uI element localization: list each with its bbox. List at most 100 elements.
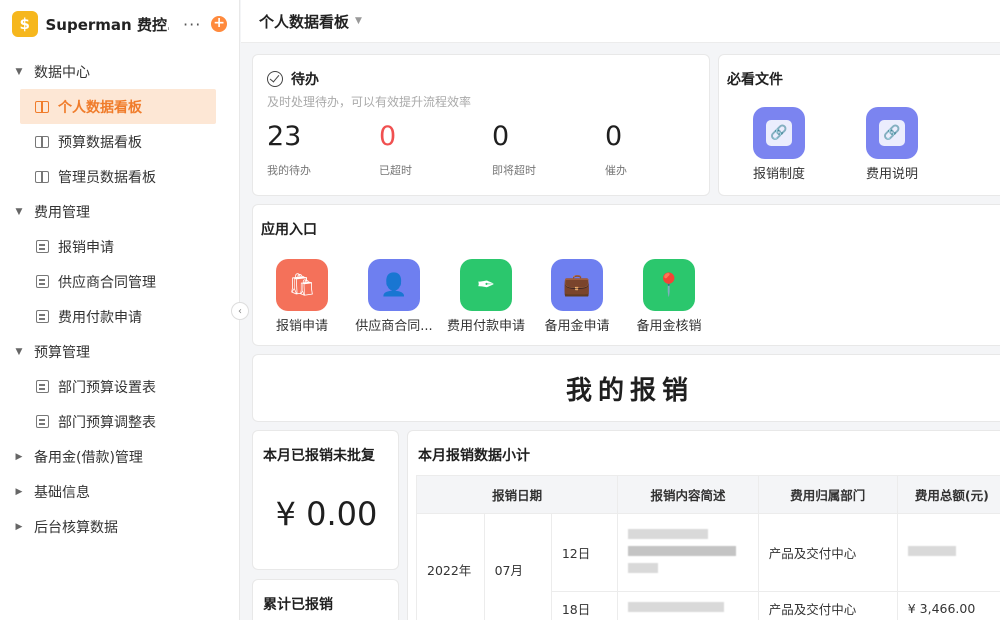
- nav-group-basic-info[interactable]: ▶ 基础信息: [0, 474, 239, 509]
- chevron-down-icon[interactable]: ▼: [355, 16, 362, 26]
- caret-down-icon: ▼: [15, 206, 23, 217]
- person-icon: 👤: [368, 259, 420, 311]
- sidebar-item-personal-dashboard[interactable]: 个人数据看板: [20, 89, 216, 124]
- table-header-row: 报销日期 报销内容简述 费用归属部门 费用总额(元): [415, 475, 1000, 514]
- caret-down-icon: ▼: [15, 346, 23, 357]
- stat-overdue[interactable]: 0 已超时: [379, 121, 489, 178]
- doc-label: 报销制度: [752, 167, 805, 182]
- sidebar-item-expense-payment[interactable]: 费用付款申请: [20, 299, 216, 334]
- cell-amount: ¥ 3,466.00: [896, 591, 1000, 620]
- stat-value: 23: [267, 121, 302, 152]
- app-title[interactable]: Superman 费控...: [46, 14, 170, 35]
- form-icon: [34, 240, 50, 254]
- app-label: 供应商合同...: [355, 319, 433, 334]
- cell-day: 18日: [550, 591, 619, 620]
- sidebar-item-label: 供应商合同管理: [58, 274, 156, 291]
- nav-group-label: 预算管理: [34, 344, 90, 361]
- sidebar-item-budget-dashboard[interactable]: 预算数据看板: [20, 124, 216, 159]
- table-row: 2022年 07月 12日 产品及交付中心: [416, 513, 1000, 620]
- cell-dept: 产品及交付中心: [757, 591, 898, 620]
- sidebar-item-admin-dashboard[interactable]: 管理员数据看板: [20, 159, 216, 194]
- app-petty-cash-writeoff[interactable]: 📍 备用金核销: [624, 259, 714, 334]
- caret-right-icon: ▶: [15, 451, 23, 462]
- sidebar-item-dept-budget-adjust[interactable]: 部门预算调整表: [20, 404, 216, 439]
- form-icon: [34, 310, 50, 324]
- link-icon: 🔗: [866, 107, 918, 159]
- sidebar-item-label: 报销申请: [58, 239, 114, 256]
- stat-label: 即将超时: [492, 164, 536, 177]
- cell-description-redacted: [617, 591, 759, 620]
- apps-title: 应用入口: [261, 222, 317, 238]
- nav-group-label: 费用管理: [34, 204, 90, 221]
- stat-label: 我的待办: [267, 164, 311, 177]
- sidebar-item-label: 部门预算调整表: [58, 414, 156, 431]
- stat-value: 0: [605, 121, 623, 152]
- nav-group-label: 备用金(借款)管理: [34, 449, 143, 466]
- my-reimbursement-banner: 我的报销: [252, 354, 1000, 422]
- doc-expense-guide[interactable]: 🔗 费用说明: [847, 107, 937, 182]
- cell-month: 07月: [483, 513, 552, 620]
- sidebar-item-label: 费用付款申请: [58, 309, 142, 326]
- link-icon: 🔗: [753, 107, 805, 159]
- caret-right-icon: ▶: [15, 521, 23, 532]
- column-header: 费用归属部门: [757, 475, 898, 514]
- summary-table: 报销日期 报销内容简述 费用归属部门 费用总额(元) 2022年 07月 12日…: [415, 475, 1000, 620]
- cell-description-redacted: [617, 513, 759, 592]
- todo-title: 待办: [291, 72, 319, 88]
- sidebar-nav: ▼ 数据中心 个人数据看板 预算数据看板 管理员数据看板 ▼ 费用管理 报销申请…: [0, 48, 239, 544]
- cumulative-title: 累计已报销: [263, 597, 333, 613]
- sidebar-item-label: 管理员数据看板: [58, 169, 156, 186]
- unapproved-title: 本月已报销未批复: [263, 448, 375, 464]
- app-reimbursement-request[interactable]: 🛍 报销申请: [257, 259, 347, 334]
- sidebar-item-supplier-contract[interactable]: 供应商合同管理: [20, 264, 216, 299]
- stat-reminders[interactable]: 0 催办: [605, 121, 715, 178]
- sidebar-item-label: 部门预算设置表: [58, 379, 156, 396]
- board-icon: [34, 135, 50, 149]
- chevron-left-icon: ‹: [238, 305, 242, 317]
- nav-group-data-center[interactable]: ▼ 数据中心: [0, 54, 239, 89]
- cumulative-reimbursed-card: 累计已报销: [252, 579, 399, 620]
- board-icon: [34, 170, 50, 184]
- nav-group-budget-management[interactable]: ▼ 预算管理: [0, 334, 239, 369]
- column-header: 报销日期: [415, 475, 619, 514]
- cell-dept: 产品及交付中心: [757, 513, 898, 592]
- unapproved-this-month-card: 本月已报销未批复 ¥ 0.00: [252, 430, 399, 570]
- form-icon: [34, 275, 50, 289]
- app-supplier-contract[interactable]: 👤 供应商合同...: [349, 259, 439, 334]
- app-petty-cash-request[interactable]: 💼 备用金申请: [532, 259, 622, 334]
- nav-group-backend-accounting[interactable]: ▶ 后台核算数据: [0, 509, 239, 544]
- stat-my-todo[interactable]: 23 我的待办: [267, 121, 377, 178]
- sidebar-item-label: 预算数据看板: [58, 134, 142, 151]
- app-label: 备用金核销: [636, 319, 702, 334]
- stat-due-soon[interactable]: 0 即将超时: [492, 121, 602, 178]
- unapproved-amount: ¥ 0.00: [275, 495, 378, 533]
- app-expense-payment[interactable]: ✒ 费用付款申请: [441, 259, 531, 334]
- form-icon: [34, 415, 50, 429]
- doc-label: 费用说明: [865, 167, 918, 182]
- cell-amount-redacted: [896, 513, 1000, 592]
- app-header: $ Superman 费控... ··· +: [0, 0, 239, 48]
- app-logo-icon: $: [12, 11, 38, 37]
- collapse-sidebar-button[interactable]: ‹: [231, 302, 249, 320]
- column-header: 报销内容简述: [617, 475, 759, 514]
- more-options-icon[interactable]: ···: [183, 15, 201, 34]
- add-icon[interactable]: +: [211, 16, 227, 32]
- stat-label: 催办: [605, 164, 627, 177]
- stat-label: 已超时: [379, 164, 412, 177]
- app-label: 备用金申请: [544, 319, 610, 334]
- page-title[interactable]: 个人数据看板: [259, 11, 349, 32]
- sidebar: $ Superman 费控... ··· + ▼ 数据中心 个人数据看板 预算数…: [0, 0, 240, 620]
- app-label: 报销申请: [275, 319, 328, 334]
- doc-reimbursement-policy[interactable]: 🔗 报销制度: [734, 107, 824, 182]
- nav-group-label: 数据中心: [34, 64, 90, 81]
- sidebar-item-reimbursement-request[interactable]: 报销申请: [20, 229, 216, 264]
- nav-group-expense-management[interactable]: ▼ 费用管理: [0, 194, 239, 229]
- board-icon: [34, 100, 50, 114]
- caret-right-icon: ▶: [15, 486, 23, 497]
- nav-group-petty-cash[interactable]: ▶ 备用金(借款)管理: [0, 439, 239, 474]
- shopping-bag-icon: 🛍: [276, 259, 328, 311]
- briefcase-icon: 💼: [551, 259, 603, 311]
- docs-title: 必看文件: [727, 72, 783, 88]
- sidebar-item-dept-budget-setting[interactable]: 部门预算设置表: [20, 369, 216, 404]
- form-icon: [34, 380, 50, 394]
